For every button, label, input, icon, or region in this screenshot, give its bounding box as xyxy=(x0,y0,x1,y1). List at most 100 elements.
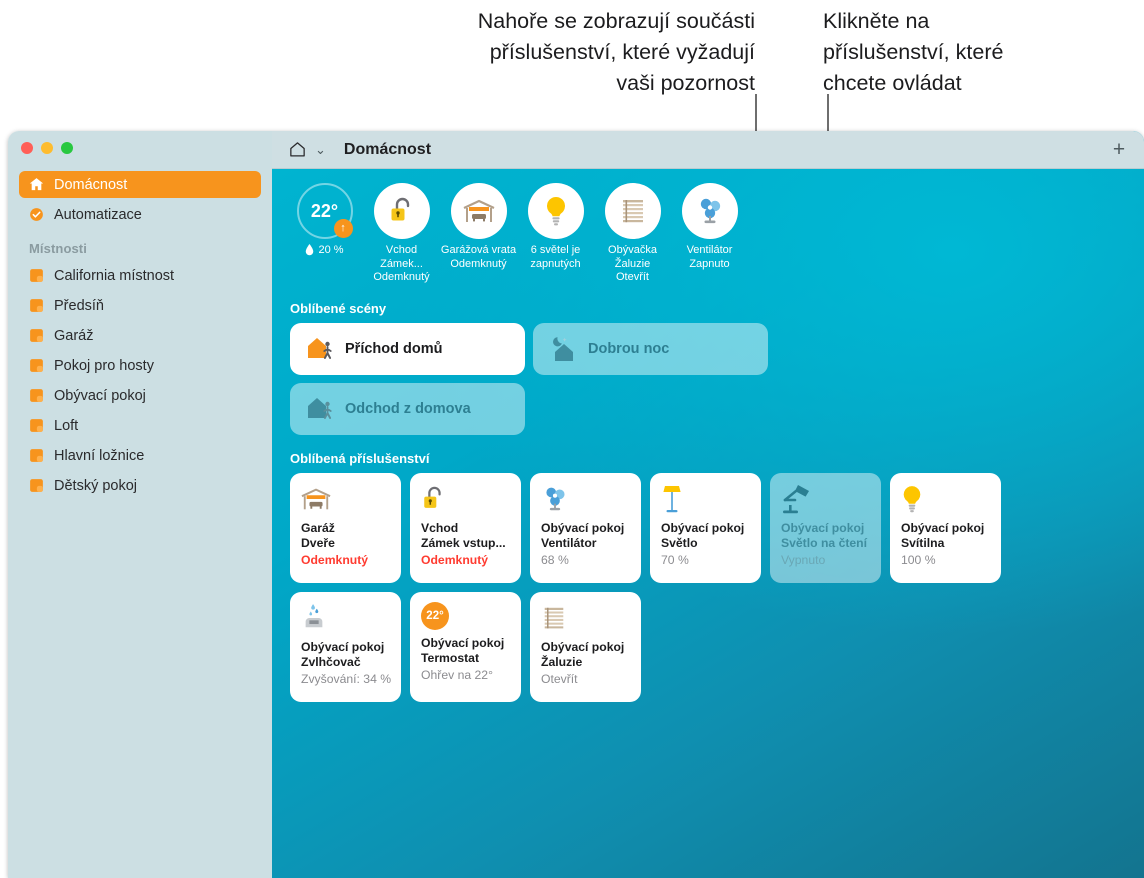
accessory-card-humidifier[interactable]: Obývací pokoj Zvlhčovač Zvyšování: 34 % xyxy=(290,591,401,702)
moon-house-icon xyxy=(553,336,573,361)
status-label: Obývačka Žaluzie Otevřít xyxy=(608,244,657,283)
accessory-state: Ohřev na 22° xyxy=(421,667,493,682)
accessory-card-thermostat[interactable]: 22° Obývací pokoj Termostat Ohřev na 22° xyxy=(410,591,521,702)
accessory-card-reading-light[interactable]: Obývací pokoj Světlo na čtení Vypnuto xyxy=(770,472,881,583)
accessory-name: Vchod Zámek vstup... xyxy=(421,520,506,550)
titlebar: ⌄ Domácnost + xyxy=(272,131,1144,169)
close-button[interactable] xyxy=(21,142,33,154)
scene-card-good-night[interactable]: Dobrou noc xyxy=(533,322,768,375)
sidebar-item-label: Dětský pokoj xyxy=(54,477,138,494)
sidebar-item-hallway[interactable]: Předsíň xyxy=(19,292,261,319)
scene-card-arrive-home[interactable]: Příchod domů xyxy=(290,322,525,375)
status-row: 22° ↑ 20 % Vchod Zámek... Odemknutý Gará… xyxy=(272,169,1144,285)
accessory-card-living-room-lamp[interactable]: Obývací pokoj Svítilna 100 % xyxy=(890,472,1001,583)
minimize-button[interactable] xyxy=(41,142,53,154)
sidebar-nav: Domácnost Automatizace Místnosti Califor… xyxy=(8,171,272,502)
sidebar-item-living-room[interactable]: Obývací pokoj xyxy=(19,382,261,409)
page-title: Domácnost xyxy=(343,140,432,158)
status-item-garage-door[interactable]: Garážová vrata Odemknutý xyxy=(440,183,517,271)
bulb-icon xyxy=(903,485,921,512)
section-title-accessories: Oblíbená příslušenství xyxy=(290,450,430,466)
sidebar-item-master-bedroom[interactable]: Hlavní ložnice xyxy=(19,442,261,469)
sidebar: Domácnost Automatizace Místnosti Califor… xyxy=(8,131,272,878)
temperature-value: 22° xyxy=(310,200,339,221)
accessory-name: Obývací pokoj Světlo na čtení xyxy=(781,520,868,550)
accessory-name: Garáž Dveře xyxy=(301,520,335,550)
sidebar-item-label: Obývací pokoj xyxy=(54,387,146,404)
sidebar-section-rooms: Místnosti xyxy=(29,241,87,256)
scene-card-leave-home[interactable]: Odchod z domova xyxy=(290,382,525,435)
accessory-card-living-room-fan[interactable]: Obývací pokoj Ventilátor 68 % xyxy=(530,472,641,583)
accessory-state: 100 % xyxy=(901,552,936,567)
status-item-fan[interactable]: Ventilátor Zapnuto xyxy=(671,183,748,271)
lock-open-icon xyxy=(391,197,409,221)
sidebar-item-label: Automatizace xyxy=(54,206,142,223)
status-label: Ventilátor Zapnuto xyxy=(686,244,733,270)
home-content: 22° ↑ 20 % Vchod Zámek... Odemknutý Gará… xyxy=(272,169,1144,878)
scene-label: Dobrou noc xyxy=(588,340,670,357)
accessory-state: 68 % xyxy=(541,552,569,567)
accessory-name: Obývací pokoj Ventilátor xyxy=(541,520,625,550)
humidifier-icon xyxy=(305,603,323,627)
status-item-lights[interactable]: 6 světel je zapnutých xyxy=(517,183,594,271)
maximize-button[interactable] xyxy=(61,142,73,154)
room-icon xyxy=(30,359,43,372)
room-icon xyxy=(30,419,43,432)
fan-icon xyxy=(700,198,720,224)
house-icon xyxy=(29,178,44,191)
callout-text-right: Klikněte na příslušenství, které chcete … xyxy=(823,9,1004,95)
status-circle xyxy=(373,183,430,239)
accessory-state: Otevřít xyxy=(541,671,578,686)
lock-open-icon xyxy=(424,486,441,508)
accessory-state: Odemknutý xyxy=(421,552,489,567)
sidebar-item-label: Domácnost xyxy=(54,176,128,193)
status-circle xyxy=(604,183,661,239)
humidity-value: 20 % xyxy=(318,244,344,256)
sidebar-item-automation[interactable]: Automatizace xyxy=(19,201,261,228)
room-icon xyxy=(30,449,43,462)
sidebar-item-california-room[interactable]: California místnost xyxy=(19,262,261,289)
chevron-down-icon[interactable]: ⌄ xyxy=(315,142,326,158)
lamp-icon xyxy=(663,485,681,512)
status-item-entry-lock[interactable]: Vchod Zámek... Odemknutý xyxy=(363,183,440,285)
window-controls xyxy=(21,142,73,154)
accessories-grid: Garáž Dveře Odemknutý Vchod Zámek vstup.… xyxy=(272,472,1108,702)
accessory-card-blinds[interactable]: Obývací pokoj Žaluzie Otevřít xyxy=(530,591,641,702)
accessory-name: Obývací pokoj Svítilna xyxy=(901,520,985,550)
room-icon xyxy=(30,389,43,402)
accessory-card-garage-door[interactable]: Garáž Dveře Odemknutý xyxy=(290,472,401,583)
accessory-card-entry-lock[interactable]: Vchod Zámek vstup... Odemknutý xyxy=(410,472,521,583)
section-title-scenes: Oblíbené scény xyxy=(290,300,387,316)
sidebar-item-label: Loft xyxy=(54,417,79,434)
accessory-state: 70 % xyxy=(661,552,689,567)
callout-text-left: Nahoře se zobrazují součásti příslušenst… xyxy=(477,9,755,95)
accessory-card-living-room-light[interactable]: Obývací pokoj Světlo 70 % xyxy=(650,472,761,583)
fan-icon xyxy=(546,487,565,510)
sidebar-item-guest-room[interactable]: Pokoj pro hosty xyxy=(19,352,261,379)
sidebar-item-garage[interactable]: Garáž xyxy=(19,322,261,349)
sidebar-item-loft[interactable]: Loft xyxy=(19,412,261,439)
temperature-dial: 22° ↑ xyxy=(296,183,353,239)
status-circle xyxy=(527,183,584,239)
add-button[interactable]: + xyxy=(1108,139,1130,161)
accessory-name: Obývací pokoj Termostat xyxy=(421,635,505,665)
room-icon xyxy=(30,299,43,312)
humidity-readout: 20 % xyxy=(286,244,363,256)
sidebar-item-home[interactable]: Domácnost xyxy=(19,171,261,198)
scene-label: Odchod z domova xyxy=(345,400,471,417)
status-label: Garážová vrata Odemknutý xyxy=(440,244,517,270)
desk-lamp-icon xyxy=(783,484,809,513)
blinds-icon xyxy=(544,607,564,628)
accessory-state: Odemknutý xyxy=(301,552,369,567)
sidebar-item-label: Hlavní ložnice xyxy=(54,447,145,464)
house-icon xyxy=(290,142,305,157)
sidebar-item-label: Pokoj pro hosty xyxy=(54,357,154,374)
room-icon xyxy=(30,479,43,492)
status-item-temperature[interactable]: 22° ↑ 20 % xyxy=(286,183,363,256)
house-walk-icon xyxy=(308,397,332,419)
status-label: 6 světel je zapnutých xyxy=(530,244,581,270)
sidebar-item-kids-room[interactable]: Dětský pokoj xyxy=(19,472,261,499)
status-item-blinds[interactable]: Obývačka Žaluzie Otevřít xyxy=(594,183,671,285)
scene-label: Příchod domů xyxy=(345,340,443,357)
status-circle xyxy=(681,183,738,239)
